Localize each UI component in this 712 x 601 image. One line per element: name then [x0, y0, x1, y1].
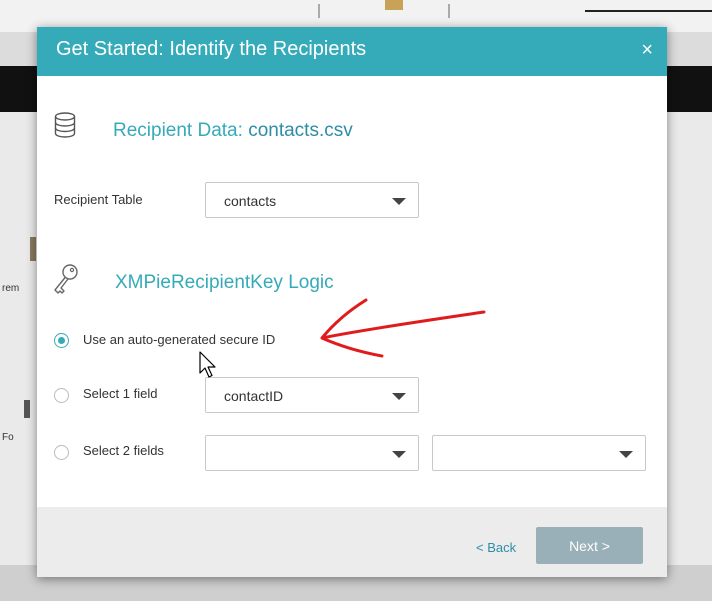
identify-recipients-dialog: Get Started: Identify the Recipients × R… [37, 27, 667, 577]
one-field-select[interactable]: contactID [205, 377, 419, 413]
toolbar-underline [585, 10, 712, 12]
chevron-down-icon [392, 198, 406, 205]
key-logic-heading: XMPieRecipientKey Logic [115, 272, 334, 293]
recipient-data-heading: Recipient Data: contacts.csv [113, 120, 353, 142]
dialog-title: Get Started: Identify the Recipients [56, 38, 367, 60]
recipient-table-value: contacts [224, 193, 277, 209]
two-fields-select-second[interactable] [432, 435, 646, 471]
background-thumbnail [24, 400, 30, 418]
recipient-table-select[interactable]: contacts [205, 182, 419, 218]
key-icon [54, 264, 78, 294]
chevron-down-icon [392, 393, 406, 400]
background-side-label: Fo [2, 432, 14, 443]
select-two-fields-label[interactable]: Select 2 fields [83, 443, 164, 458]
two-fields-select-first[interactable] [205, 435, 419, 471]
toolbar-divider [318, 4, 320, 18]
auto-id-label[interactable]: Use an auto-generated secure ID [83, 332, 275, 347]
select-two-fields-radio[interactable] [54, 445, 69, 460]
background-thumbnail [30, 237, 36, 261]
database-icon [54, 112, 76, 138]
dialog-footer: < Back Next > [37, 507, 667, 577]
auto-id-radio[interactable] [54, 333, 69, 348]
recipient-table-label: Recipient Table [54, 192, 143, 207]
chevron-down-icon [619, 451, 633, 458]
chevron-down-icon [392, 451, 406, 458]
background-side-label: rem [2, 283, 20, 294]
back-button[interactable]: < Back [476, 540, 516, 555]
close-button[interactable]: × [641, 39, 653, 62]
next-button[interactable]: Next > [536, 527, 643, 564]
toolbar-divider [448, 4, 450, 18]
one-field-value: contactID [224, 388, 284, 404]
select-one-field-label[interactable]: Select 1 field [83, 386, 157, 401]
dialog-header: Get Started: Identify the Recipients × [37, 27, 667, 76]
toolbar-thumbnail [385, 0, 403, 10]
select-one-field-radio[interactable] [54, 388, 69, 403]
recipient-data-filename: contacts.csv [248, 120, 353, 141]
recipient-data-heading-prefix: Recipient Data: [113, 120, 249, 141]
